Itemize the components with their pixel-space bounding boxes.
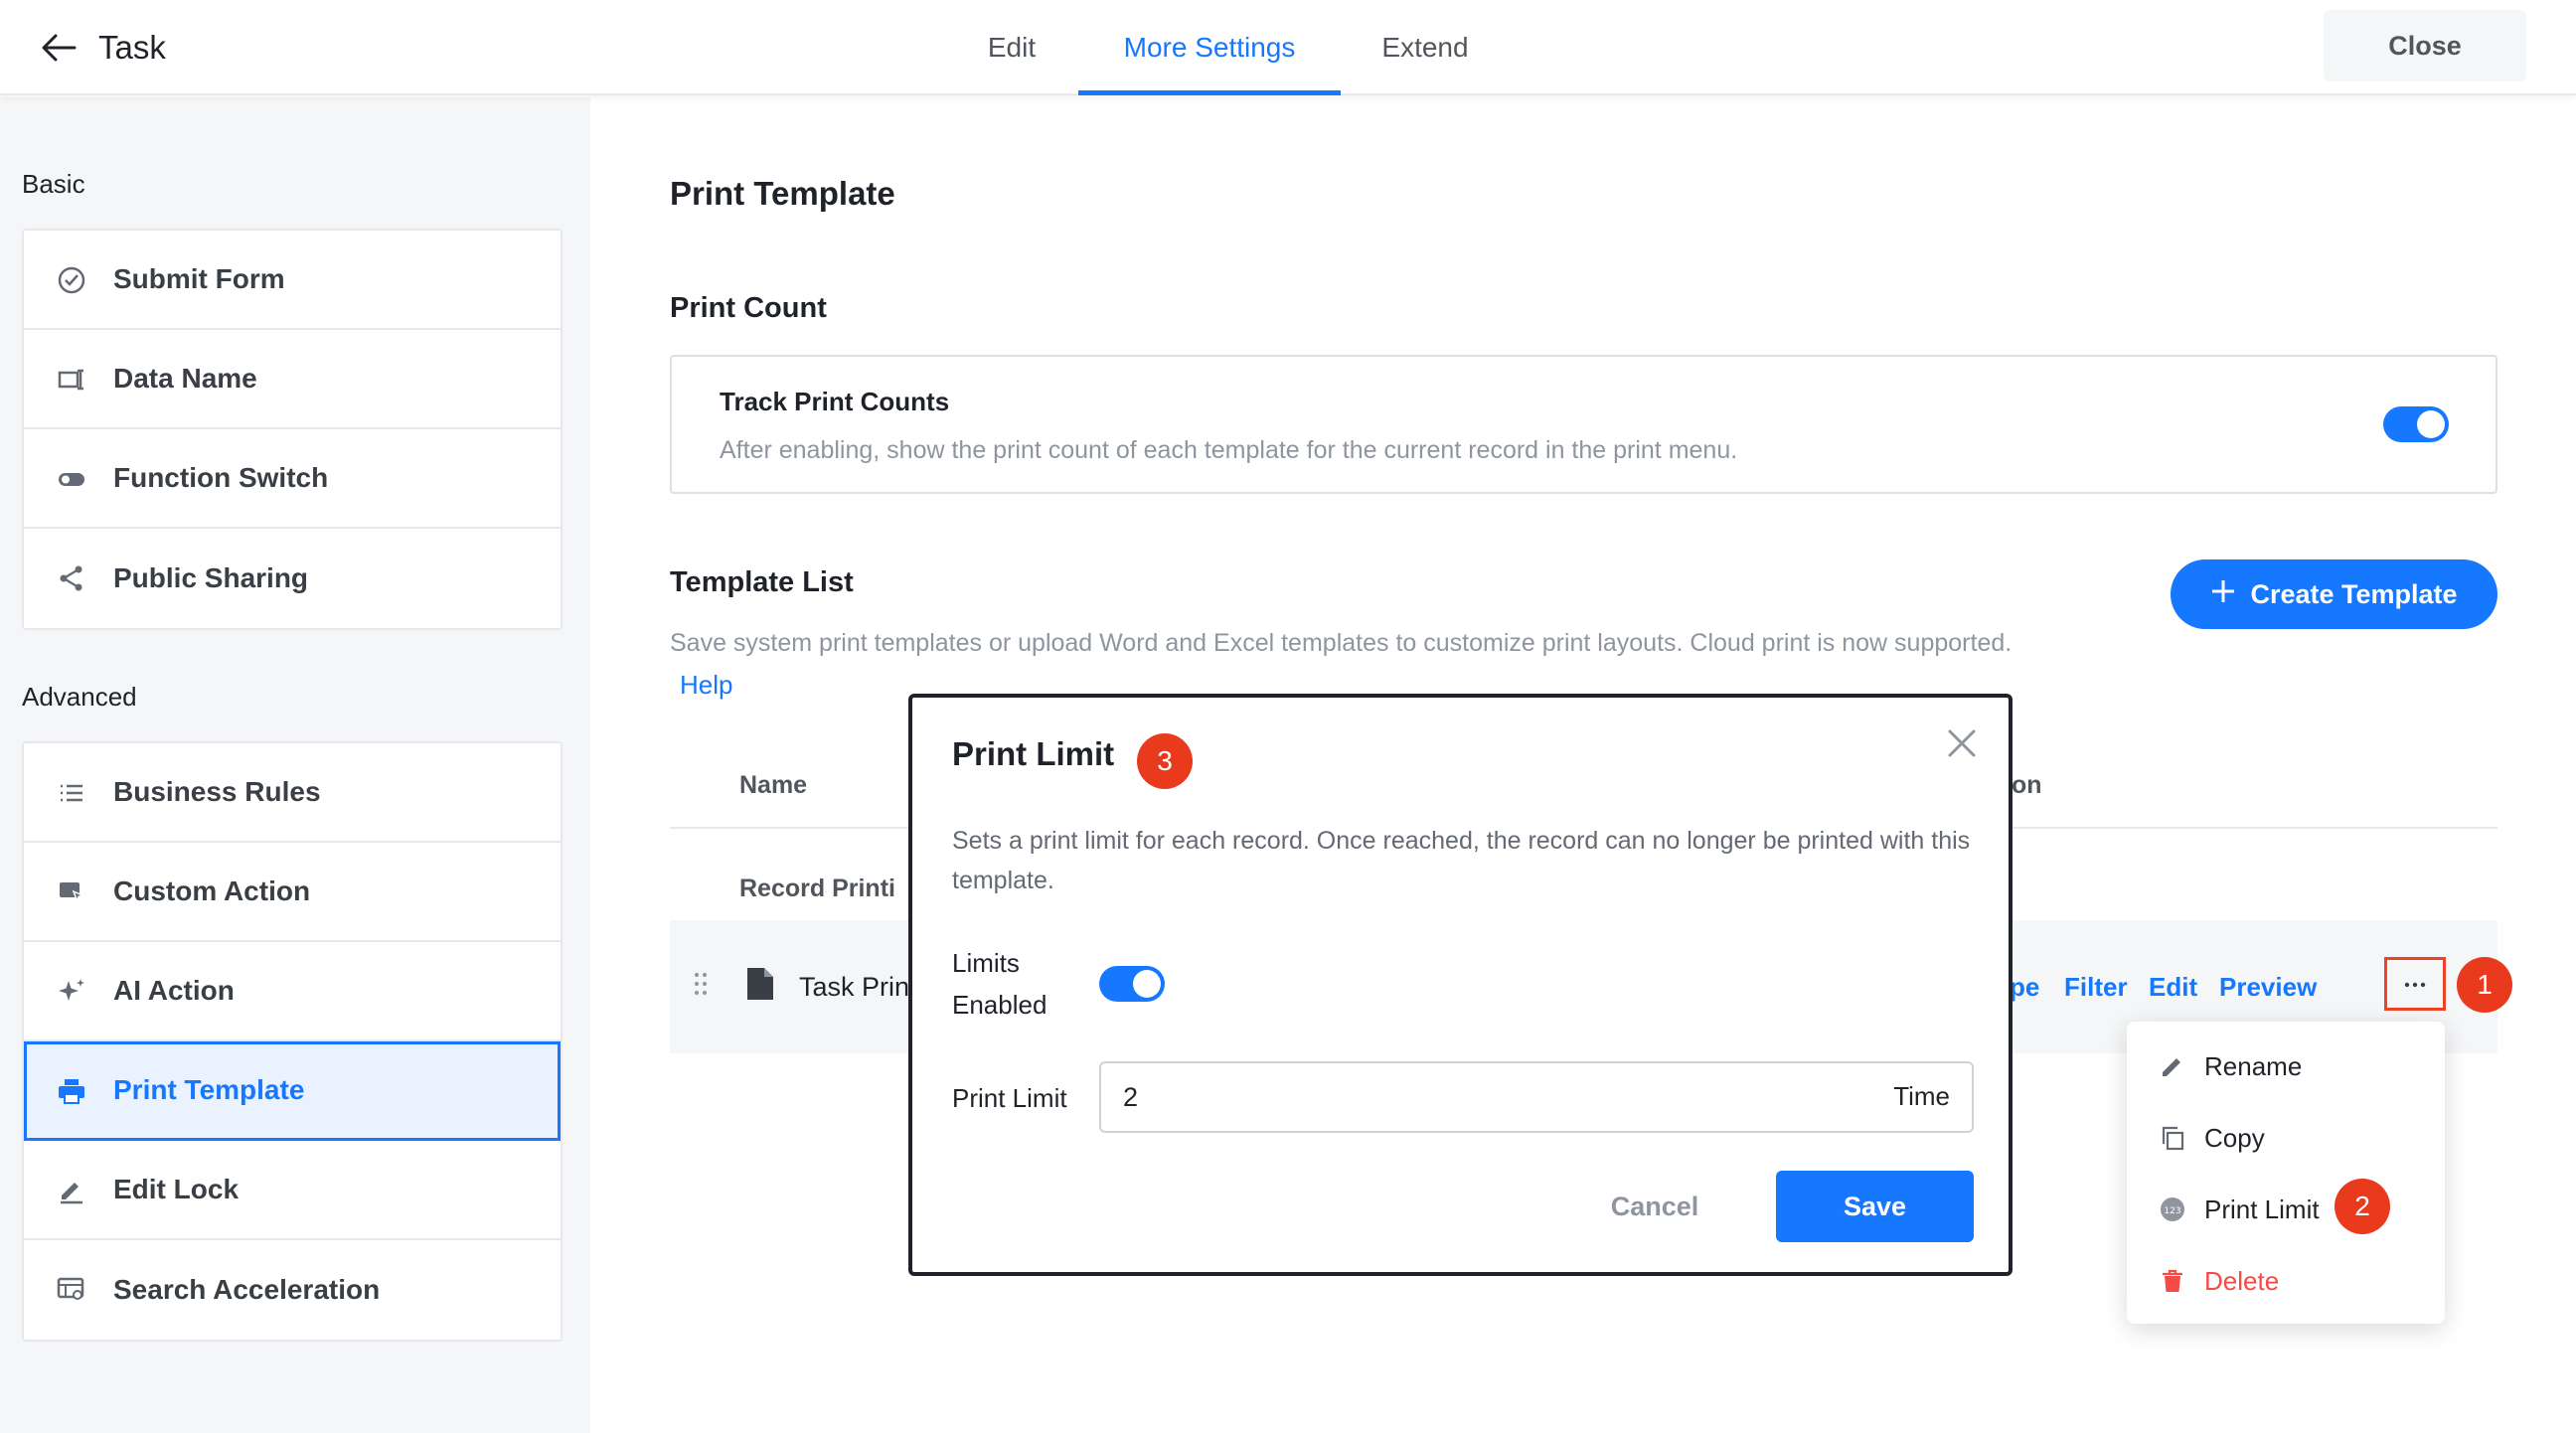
sidebar-item-label: Function Switch [113,462,329,493]
save-button[interactable]: Save [1776,1171,1974,1242]
pencil-icon [56,1175,87,1206]
counter-icon: 123 [2159,1195,2186,1223]
sidebar-item-business-rules[interactable]: Business Rules [24,743,561,843]
menu-item-label: Copy [2204,1122,2265,1153]
check-circle-icon [56,264,87,296]
svg-text:123: 123 [2164,1206,2180,1216]
print-limit-field[interactable]: Time [1099,1061,1974,1133]
sidebar-group-advanced: Advanced [22,682,137,712]
sidebar-item-label: Search Acceleration [113,1274,381,1305]
sidebar-item-function-switch[interactable]: Function Switch [24,429,561,529]
tab-more-settings[interactable]: More Settings [1078,0,1341,95]
step-badge-2: 2 [2334,1179,2390,1234]
top-header: Task Edit More Settings Extend Close [0,0,2576,95]
action-filter-link[interactable]: Filter [2064,972,2128,1003]
limits-enabled-label: Limits Enabled [952,942,1046,1026]
app-title: Task [98,29,166,66]
plus-icon [2210,578,2236,611]
menu-item-label: Print Limit [2204,1194,2320,1224]
sidebar-basic-menu: Submit Form Data Name Function Switch Pu… [22,229,563,630]
sidebar-item-public-sharing[interactable]: Public Sharing [24,529,561,628]
print-limit-input[interactable] [1123,1077,1819,1117]
create-template-button[interactable]: Create Template [2171,559,2497,629]
cancel-button[interactable]: Cancel [1580,1171,1729,1242]
sidebar-item-label: Submit Form [113,263,285,294]
sidebar-item-data-name[interactable]: Data Name [24,330,561,429]
menu-item-delete[interactable]: Delete [2127,1246,2445,1316]
ellipsis-icon [2404,975,2426,993]
printer-icon [56,1075,87,1107]
back-arrow-icon[interactable] [36,26,81,70]
limits-enabled-label-line-1: Limits [952,948,1020,978]
drag-handle-icon[interactable] [694,972,708,1001]
track-print-counts-desc: After enabling, show the print count of … [720,436,1738,464]
sidebar-item-label: Business Rules [113,776,321,807]
document-icon [745,966,775,1007]
sidebar-item-label: AI Action [113,975,235,1006]
template-list-desc: Save system print templates or upload Wo… [670,629,2012,657]
limits-enabled-toggle[interactable] [1099,966,1165,1002]
menu-item-print-limit[interactable]: 123 Print Limit [2127,1175,2445,1244]
more-options-menu: Rename Copy 123 Print Limit Delete [2127,1022,2445,1324]
dialog-title: Print Limit [952,735,1115,772]
sidebar-group-basic: Basic [22,169,85,199]
search-accel-icon [56,1274,87,1306]
print-count-title: Print Count [670,292,827,324]
share-icon [56,562,87,594]
step-badge-1: 1 [2457,957,2512,1013]
dialog-description: Sets a print limit for each record. Once… [952,827,1971,894]
print-limit-unit: Time [1893,1081,1950,1111]
print-limit-label: Print Limit [952,1083,1067,1113]
track-print-counts-title: Track Print Counts [720,387,950,416]
menu-item-rename[interactable]: Rename [2127,1032,2445,1101]
copy-icon [2159,1124,2186,1152]
sidebar-item-label: Public Sharing [113,562,309,593]
action-preview-link[interactable]: Preview [2219,972,2317,1003]
menu-item-copy[interactable]: Copy [2127,1103,2445,1173]
close-button[interactable]: Close [2324,10,2526,81]
sidebar-item-submit-form[interactable]: Submit Form [24,231,561,330]
sidebar-item-label: Print Template [113,1074,305,1105]
trash-icon [2159,1267,2186,1295]
pencil-icon [2159,1052,2186,1080]
track-print-counts-toggle[interactable] [2383,406,2449,442]
menu-item-label: Rename [2204,1050,2303,1081]
list-icon [56,777,87,809]
sidebar-advanced-menu: Business Rules Custom Action AI Action P… [22,741,563,1342]
text-field-icon [56,364,87,396]
template-group-label: Record Printi [739,875,895,902]
page-title: Print Template [670,175,895,212]
action-edit-link[interactable]: Edit [2149,972,2197,1003]
close-icon[interactable] [1942,723,1982,763]
tab-extend[interactable]: Extend [1368,0,1483,95]
sidebar: Basic Submit Form Data Name Function Swi… [0,97,590,1433]
limits-enabled-label-line-2: Enabled [952,990,1047,1020]
sidebar-item-print-template[interactable]: Print Template [24,1041,561,1141]
column-header-name: Name [739,771,808,799]
more-options-button[interactable] [2384,957,2446,1011]
track-print-counts-card: Track Print Counts After enabling, show … [670,355,2497,494]
template-list-title: Template List [670,566,854,598]
menu-item-label: Delete [2204,1265,2280,1296]
sidebar-item-edit-lock[interactable]: Edit Lock [24,1141,561,1240]
create-template-label: Create Template [2250,578,2458,609]
template-name[interactable]: Task Prin [799,972,909,1003]
sidebar-item-label: Custom Action [113,876,311,906]
sidebar-item-custom-action[interactable]: Custom Action [24,843,561,942]
cursor-icon [56,876,87,908]
sidebar-item-search-acceleration[interactable]: Search Acceleration [24,1240,561,1340]
help-link[interactable]: Help [680,670,732,701]
step-badge-3: 3 [1137,733,1193,789]
sidebar-item-ai-action[interactable]: AI Action [24,942,561,1041]
tab-edit[interactable]: Edit [972,0,1051,95]
column-header-operation: on [2012,771,2042,799]
sidebar-item-label: Data Name [113,363,257,394]
sparkle-icon [56,976,87,1008]
toggle-icon [56,463,87,495]
action-type-link[interactable]: pe [2010,972,2039,1003]
print-limit-dialog: Print Limit 3 Sets a print limit for eac… [908,694,2012,1276]
sidebar-item-label: Edit Lock [113,1174,240,1204]
